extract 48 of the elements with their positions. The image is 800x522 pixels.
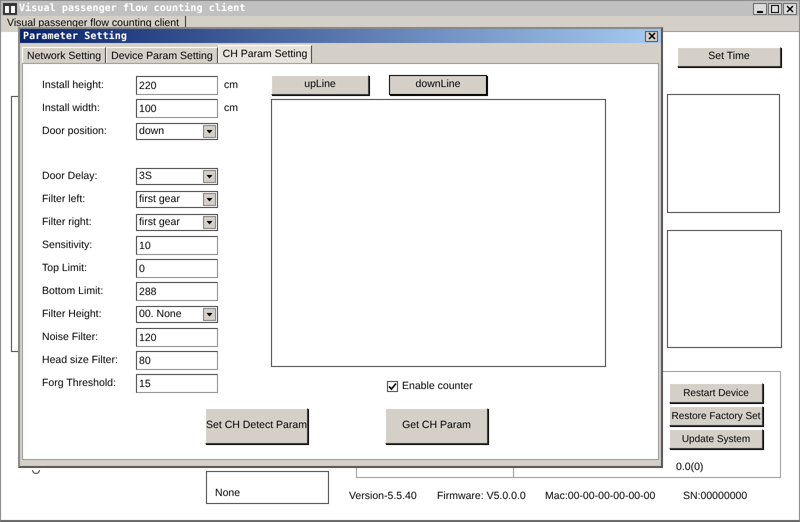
status-text: Firmware: V5.0.0.0 [437, 489, 526, 504]
text-field[interactable]: 288 [136, 282, 218, 301]
tab[interactable]: Network Setting [22, 47, 106, 63]
line-button[interactable]: upLine [271, 75, 369, 95]
dropdown[interactable]: first gear [136, 214, 218, 231]
device-button[interactable]: Restore Factory Set [669, 406, 763, 426]
dropdown[interactable]: 3S [136, 168, 218, 185]
unit-label: cm [224, 100, 238, 116]
dropdown[interactable]: first gear [136, 191, 218, 208]
line-button[interactable]: downLine [389, 75, 487, 95]
field-label: Forg Threshold: [42, 376, 117, 391]
field-label: Bottom Limit: [42, 284, 104, 299]
tab[interactable]: Device Param Setting [106, 47, 218, 63]
text-field[interactable]: 15 [136, 374, 218, 393]
field-label: Noise Filter: [42, 330, 100, 345]
field-label: Door position: [42, 124, 108, 139]
text-field[interactable]: 120 [136, 328, 218, 347]
field-label: Filter right: [42, 214, 93, 230]
progress-text: 0.0(0) [676, 460, 704, 475]
text-field[interactable]: 100 [136, 99, 218, 118]
field-label: Install height: [42, 78, 105, 93]
dropdown[interactable]: down [136, 123, 218, 140]
device-button[interactable]: Restart Device [669, 383, 763, 403]
tab[interactable]: CH Param Setting [218, 45, 312, 63]
device-button[interactable]: Update System [669, 429, 763, 449]
field-label: Top Limit: [42, 260, 88, 276]
unit-label: cm [224, 78, 238, 93]
checkbox-label: Enable counter [402, 379, 473, 394]
status-text: Version-5.5.40 [349, 489, 417, 504]
window-title: Visual passenger flow counting client [19, 2, 246, 16]
field-label: Filter left: [42, 192, 86, 207]
list-item: None [215, 487, 240, 499]
dialog-title: Parameter Setting [23, 30, 128, 44]
field-label: Install width: [42, 100, 101, 116]
field-label: Door Delay: [42, 168, 98, 184]
status-text: Mac:00-00-00-00-00-00 [545, 489, 656, 504]
action-button[interactable]: Set CH Detect Param [205, 408, 308, 444]
field-label: Head size Filter: [42, 352, 119, 368]
field-label: Filter Height: [42, 306, 103, 322]
text-field[interactable]: 10 [136, 236, 218, 255]
status-text: SN:00000000 [683, 489, 748, 504]
text-field[interactable]: 80 [136, 351, 218, 370]
action-button[interactable]: Get CH Param [385, 408, 488, 444]
text-field[interactable]: 0 [136, 259, 218, 278]
dropdown[interactable]: 00. None [136, 306, 218, 323]
text-field[interactable]: 220 [136, 76, 218, 95]
field-label: Sensitivity: [42, 238, 94, 253]
set-time-button[interactable]: Set Time [677, 47, 781, 67]
